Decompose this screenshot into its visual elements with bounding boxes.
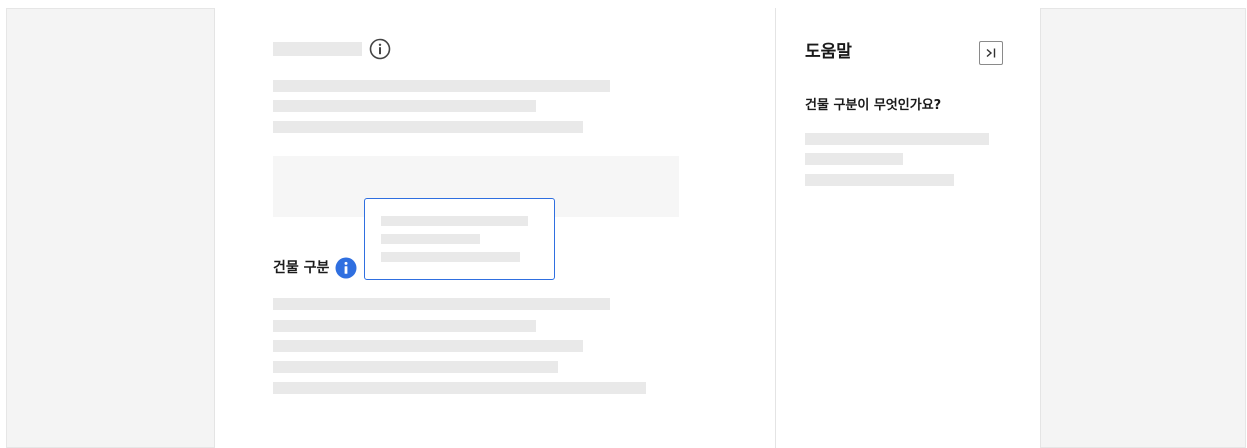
title-placeholder: [273, 42, 362, 56]
collapse-right-icon: [986, 48, 996, 58]
field-label: 건물 구분: [273, 260, 330, 276]
help-answer-line: [805, 133, 989, 145]
tooltip-line: [381, 234, 480, 244]
description-line: [273, 121, 583, 133]
content-line: [273, 320, 536, 332]
description-line: [273, 100, 536, 112]
info-filled-icon[interactable]: [335, 257, 357, 279]
content-line: [273, 340, 583, 352]
content-line: [273, 361, 558, 373]
help-panel: [776, 8, 1041, 448]
tooltip-line: [381, 216, 528, 226]
help-answer-line: [805, 174, 954, 186]
help-answer-line: [805, 153, 903, 165]
help-title: 도움말: [805, 42, 852, 62]
help-question: 건물 구분이 무엇인가요?: [805, 98, 942, 113]
info-outline-icon[interactable]: [369, 38, 391, 60]
tooltip-line: [381, 252, 520, 262]
content-line: [273, 382, 646, 394]
tooltip-popover: [364, 198, 555, 280]
content-line: [273, 298, 610, 310]
collapse-help-button[interactable]: [979, 41, 1003, 65]
description-line: [273, 80, 610, 92]
